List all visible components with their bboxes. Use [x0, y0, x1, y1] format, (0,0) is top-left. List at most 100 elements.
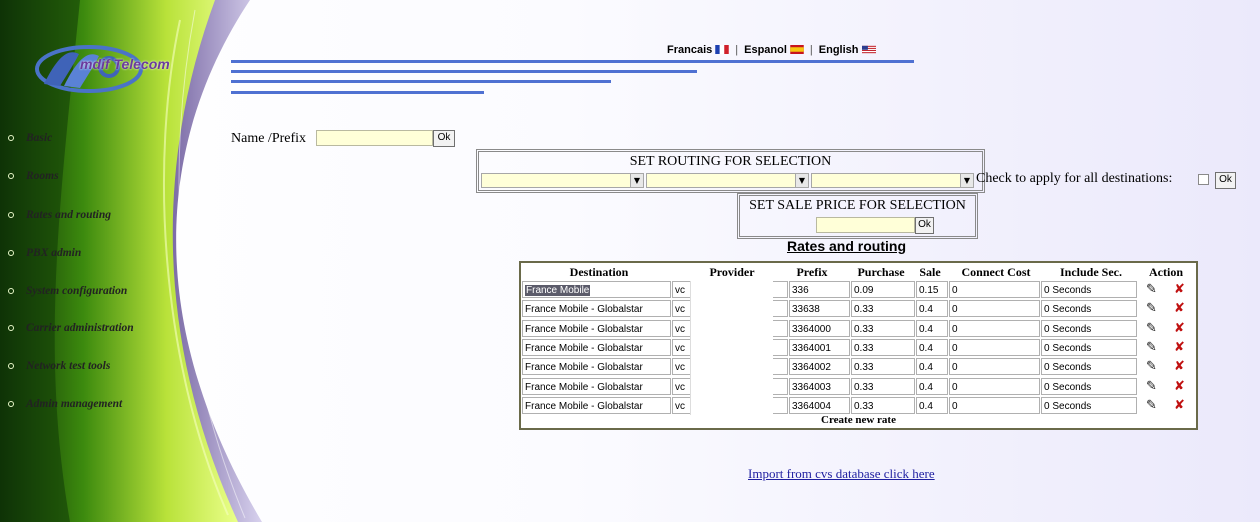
sidebar-item-label: Carrier administration	[26, 322, 134, 334]
edit-pencil-icon[interactable]: ✎	[1146, 398, 1157, 413]
sidebar-item-rooms[interactable]: Rooms	[8, 170, 59, 182]
header-connect-cost: Connect Cost	[961, 265, 1031, 279]
cell-include: 0 Seconds	[1041, 338, 1137, 356]
edit-pencil-icon[interactable]: ✎	[1146, 321, 1157, 336]
table-row: France Mobile - Globalstar vc 3364004 0.33 0…	[522, 396, 1195, 416]
bullet-icon	[8, 212, 14, 219]
lang-espanol[interactable]: Espanol	[744, 44, 804, 56]
sidebar-item-admin-management[interactable]: Admin management	[8, 398, 122, 410]
sidebar: mdif Telecom Basic Rooms Rates and routi…	[0, 0, 275, 522]
purchase-value: 0.33	[854, 381, 874, 393]
table-row: France Mobile - Globalstar vc 33638 0.33 0.4…	[522, 300, 1195, 319]
bullet-icon	[8, 288, 14, 295]
include-value: 0 Seconds	[1044, 285, 1092, 296]
chevron-down-icon: ▼	[630, 174, 643, 187]
purchase-value: 0.09	[854, 285, 874, 296]
sale-value: 0.15	[919, 285, 939, 296]
sidebar-item-pbx-admin[interactable]: PBX admin	[8, 247, 81, 259]
header-line	[231, 91, 484, 94]
connect-value: 0	[952, 304, 958, 316]
cell-destination[interactable]: France Mobile - Globalstar	[522, 319, 671, 337]
edit-pencil-icon[interactable]: ✎	[1146, 301, 1157, 316]
apply-all-checkbox[interactable]	[1198, 174, 1209, 185]
cell-purchase: 0.09	[851, 281, 915, 298]
edit-pencil-icon[interactable]: ✎	[1146, 379, 1157, 394]
cell-destination[interactable]: France Mobile - Globalstar	[522, 338, 671, 356]
cell-include: 0 Seconds	[1041, 319, 1137, 337]
apply-all-label: Check to apply for all destinations:	[976, 171, 1173, 186]
sale-price-ok-button[interactable]: Ok	[915, 217, 934, 234]
edit-pencil-icon[interactable]: ✎	[1146, 282, 1157, 297]
edit-pencil-icon[interactable]: ✎	[1146, 359, 1157, 374]
cell-connect: 0	[949, 396, 1040, 414]
sidebar-item-system-configuration[interactable]: System configuration	[8, 285, 127, 297]
cell-prefix: 3364004	[789, 396, 850, 414]
search-ok-button[interactable]: Ok	[433, 130, 455, 147]
import-cvs-link[interactable]: Import from cvs database click here	[748, 466, 935, 482]
bullet-icon	[8, 135, 14, 142]
routing-select-2[interactable]: ▼	[646, 173, 809, 188]
edit-pencil-icon[interactable]: ✎	[1146, 340, 1157, 355]
delete-x-icon[interactable]: ✘	[1174, 301, 1185, 316]
routing-ok-button[interactable]: Ok	[1215, 172, 1236, 189]
include-value: 0 Seconds	[1044, 323, 1092, 335]
lang-francais[interactable]: Francais	[667, 44, 729, 56]
rates-table-title: Rates and routing	[787, 238, 907, 254]
provider-value: vc	[675, 304, 685, 316]
sale-price-input[interactable]	[816, 217, 915, 233]
include-value: 0 Seconds	[1044, 342, 1092, 354]
header-include-sec: Include Sec.	[1059, 265, 1122, 279]
header-line	[231, 70, 697, 73]
cell-sale: 0.4	[916, 396, 948, 414]
cell-sale: 0.15	[916, 281, 948, 298]
cell-purchase: 0.33	[851, 300, 915, 318]
sidebar-item-label: PBX admin	[26, 247, 82, 259]
routing-select-3[interactable]: ▼	[811, 173, 974, 188]
cell-destination[interactable]: France Mobile - Globalstar	[522, 358, 671, 376]
cell-prefix: 3364000	[789, 319, 850, 337]
cell-destination[interactable]: France Mobile - Globalstar	[522, 396, 671, 414]
lang-english[interactable]: English	[819, 44, 876, 56]
purchase-value: 0.33	[854, 304, 874, 316]
header-prefix: Prefix	[796, 265, 828, 279]
provider-value: vc	[675, 362, 685, 374]
routing-select-1[interactable]: ▼	[481, 173, 644, 188]
chevron-down-icon: ▼	[795, 174, 808, 187]
header-action: Action	[1149, 265, 1183, 279]
sale-value: 0.4	[919, 400, 933, 412]
bullet-icon	[8, 325, 14, 332]
sidebar-item-carrier-administration[interactable]: Carrier administration	[8, 322, 134, 334]
delete-x-icon[interactable]: ✘	[1174, 340, 1185, 355]
sale-value: 0.4	[919, 304, 933, 316]
fr-flag-icon	[715, 45, 729, 54]
sidebar-item-rates-and-routing[interactable]: Rates and routing	[8, 209, 111, 221]
cell-destination[interactable]: France Mobile - Globalstar	[522, 377, 671, 395]
destination-value: France Mobile - Globalstar	[525, 362, 643, 374]
cell-purchase: 0.33	[851, 338, 915, 356]
header-sale: Sale	[919, 265, 941, 279]
delete-x-icon[interactable]: ✘	[1174, 321, 1185, 336]
cell-include: 0 Seconds	[1041, 281, 1137, 298]
name-prefix-input[interactable]	[316, 130, 433, 146]
cell-purchase: 0.33	[851, 377, 915, 395]
delete-x-icon[interactable]: ✘	[1174, 359, 1185, 374]
cell-destination[interactable]: France Mobile	[522, 281, 671, 298]
delete-x-icon[interactable]: ✘	[1174, 398, 1185, 413]
table-row: France Mobile - Globalstar vc 3364001 0.33 0…	[522, 338, 1195, 358]
sidebar-item-network-test-tools[interactable]: Network test tools	[8, 360, 110, 372]
cell-purchase: 0.33	[851, 358, 915, 376]
provider-value: vc	[675, 285, 685, 296]
cell-destination[interactable]: France Mobile - Globalstar	[522, 300, 671, 318]
destination-value: France Mobile - Globalstar	[525, 381, 643, 393]
create-new-rate-link[interactable]: Create new rate	[521, 414, 1196, 426]
delete-x-icon[interactable]: ✘	[1174, 282, 1185, 297]
sidebar-item-basic[interactable]: Basic	[8, 132, 52, 144]
delete-x-icon[interactable]: ✘	[1174, 379, 1185, 394]
logo-text: mdif Telecom	[80, 56, 170, 72]
routing-panel: SET ROUTING FOR SELECTION ▼ ▼ ▼	[476, 149, 985, 193]
sidebar-item-label: System configuration	[26, 285, 128, 297]
cell-purchase: 0.33	[851, 396, 915, 414]
bullet-icon	[8, 250, 14, 257]
cell-sale: 0.4	[916, 319, 948, 337]
prefix-value: 3364002	[792, 362, 831, 374]
